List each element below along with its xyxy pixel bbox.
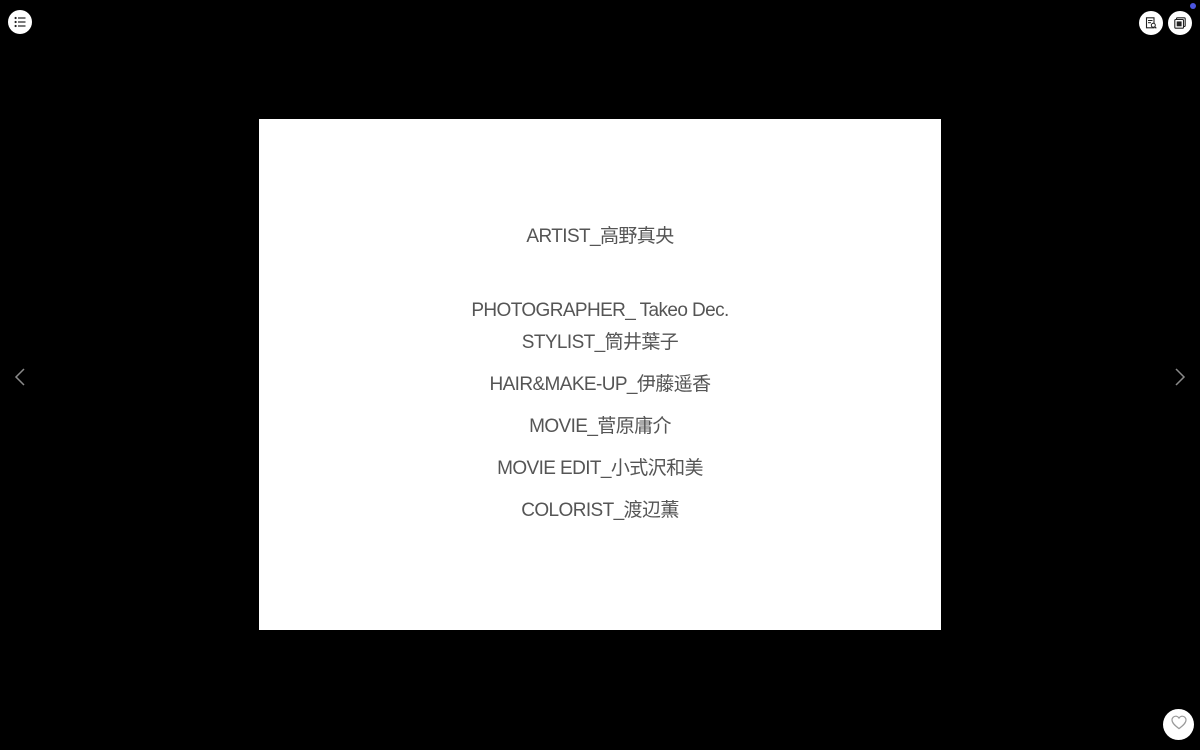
credit-artist: ARTIST_高野真央 [526,226,674,247]
page-info-icon [1145,17,1157,29]
list-icon [14,16,26,28]
credits-page: ARTIST_高野真央 PHOTOGRAPHER_ Takeo Dec. STY… [259,119,941,630]
previous-page-button[interactable] [9,366,31,392]
thumbnails-icon [1174,17,1186,29]
page-info-button[interactable] [1139,11,1163,35]
credit-photographer: PHOTOGRAPHER_ Takeo Dec. [471,300,729,321]
credit-movie: MOVIE_菅原庸介 [529,416,671,437]
viewer: ARTIST_高野真央 PHOTOGRAPHER_ Takeo Dec. STY… [0,0,1200,750]
heart-icon [1170,715,1187,734]
credit-hair-make-up: HAIR&MAKE-UP_伊藤遥香 [489,374,711,395]
like-button[interactable] [1163,709,1194,740]
notification-dot [1190,3,1196,9]
credit-colorist: COLORIST_渡辺薫 [521,500,679,521]
credit-stylist: STYLIST_筒井葉子 [521,332,679,353]
chevron-left-icon [14,367,26,391]
next-page-button[interactable] [1169,366,1191,392]
table-of-contents-button[interactable] [8,10,32,34]
chevron-right-icon [1174,367,1186,391]
thumbnails-button[interactable] [1168,11,1192,35]
credit-movie-edit: MOVIE EDIT_小式沢和美 [497,458,703,479]
